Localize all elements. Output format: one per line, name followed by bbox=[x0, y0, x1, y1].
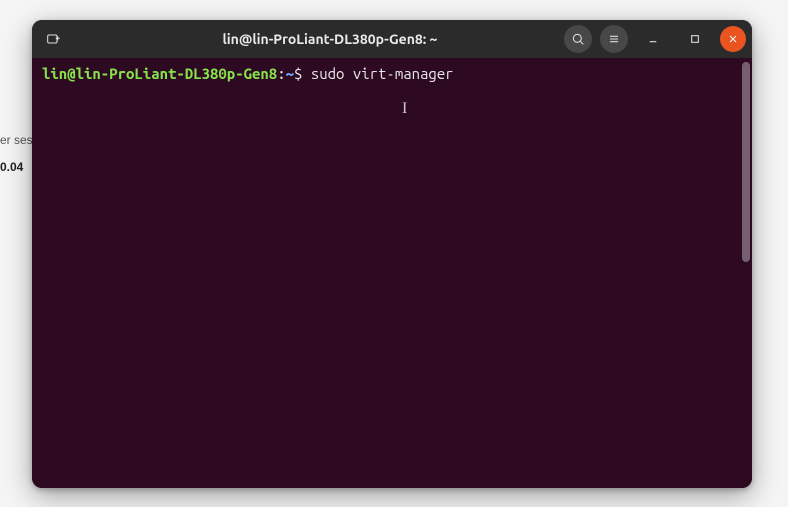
terminal-body[interactable]: lin@lin-ProLiant-DL380p-Gen8:~$ sudo vir… bbox=[32, 58, 752, 488]
text-cursor-icon: I bbox=[402, 98, 410, 116]
hamburger-menu-button[interactable] bbox=[600, 25, 628, 53]
prompt-user-host: lin@lin-ProLiant-DL380p-Gen8 bbox=[42, 65, 277, 82]
prompt-separator: : bbox=[277, 65, 285, 82]
prompt-space bbox=[302, 65, 310, 82]
close-button[interactable] bbox=[720, 26, 746, 52]
search-button[interactable] bbox=[564, 25, 592, 53]
scrollbar-thumb[interactable] bbox=[742, 62, 750, 262]
new-tab-icon bbox=[45, 31, 61, 47]
search-icon bbox=[570, 31, 586, 47]
minimize-button[interactable] bbox=[636, 25, 670, 53]
menu-icon bbox=[606, 31, 622, 47]
close-icon bbox=[727, 33, 739, 45]
terminal-line: lin@lin-ProLiant-DL380p-Gen8:~$ sudo vir… bbox=[42, 64, 742, 84]
background-text-fragment: 0.04 bbox=[0, 160, 23, 174]
new-tab-button[interactable] bbox=[36, 25, 70, 53]
window-title: lin@lin-ProLiant-DL380p-Gen8: ~ bbox=[102, 31, 558, 47]
terminal-command: sudo virt-manager bbox=[311, 65, 454, 82]
minimize-icon bbox=[645, 31, 661, 47]
maximize-icon bbox=[687, 31, 703, 47]
terminal-window: lin@lin-ProLiant-DL380p-Gen8: ~ bbox=[32, 20, 752, 488]
maximize-button[interactable] bbox=[678, 25, 712, 53]
background-text-fragment: er ses bbox=[0, 133, 33, 147]
prompt-path: ~ bbox=[286, 65, 294, 82]
titlebar: lin@lin-ProLiant-DL380p-Gen8: ~ bbox=[32, 20, 752, 58]
